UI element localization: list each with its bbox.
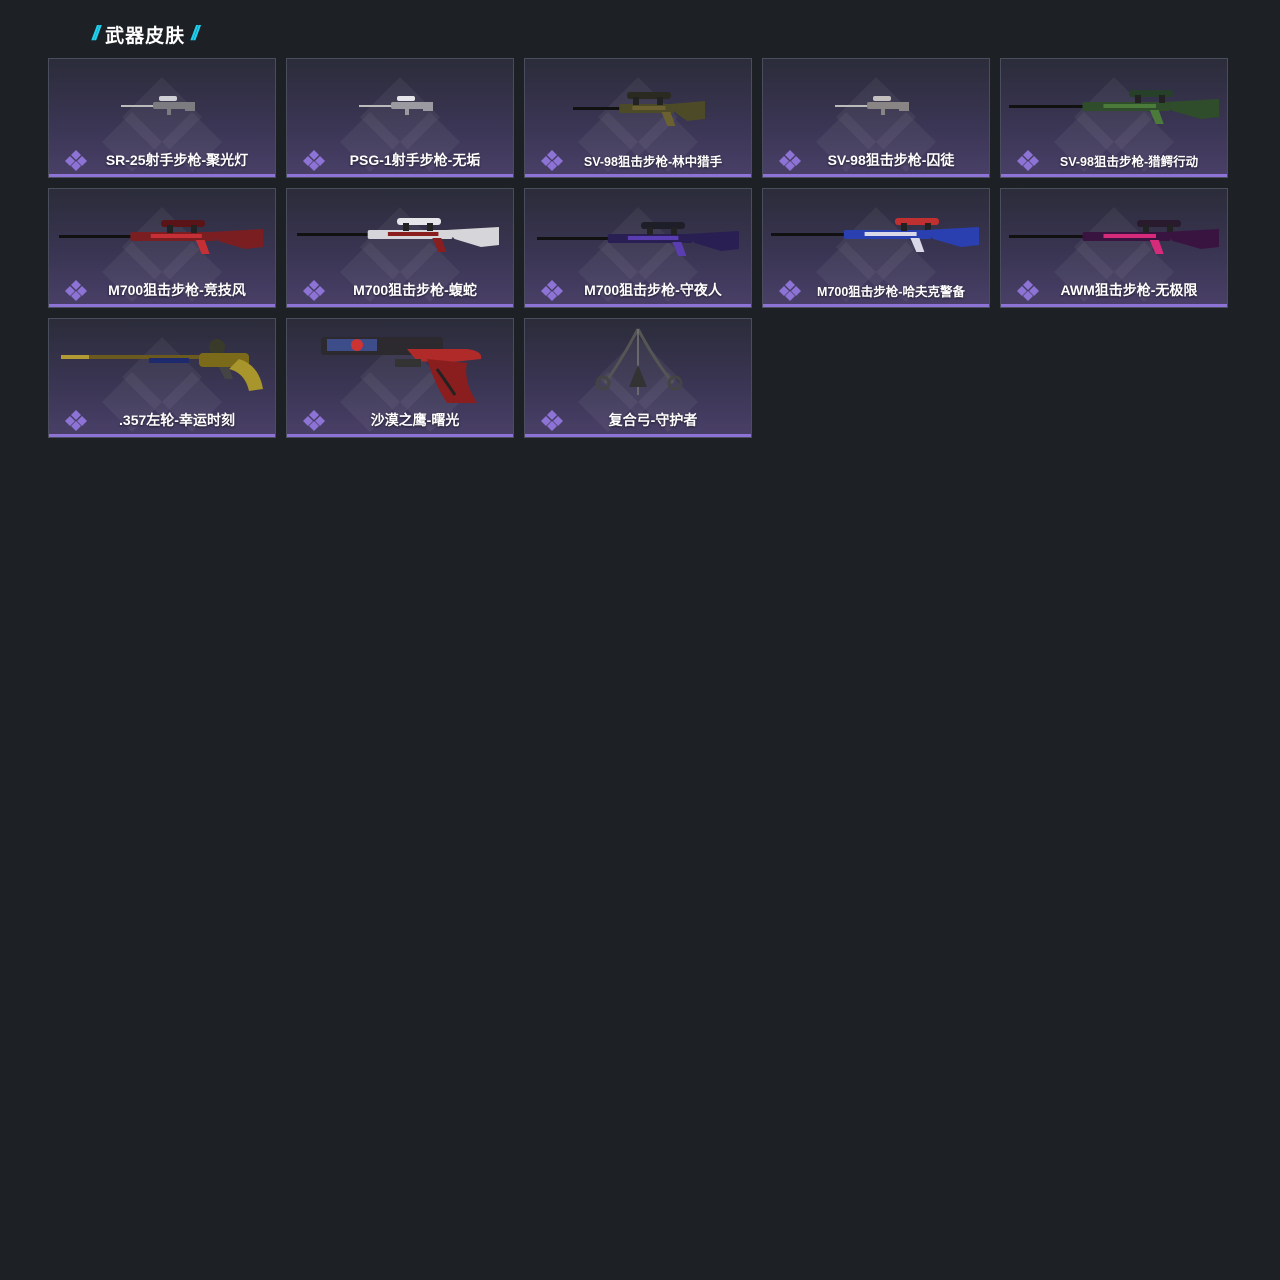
title-slash-icon: // [92,22,100,45]
rarity-bar [763,174,989,177]
weapon-image [49,65,275,145]
skin-grid: SR-25射手步枪-聚光灯 PSG-1射手步枪-无垢 SV-98狙击步枪-林中猎… [48,58,1228,438]
weapon-image [525,325,751,405]
skin-name: M700狙击步枪-守夜人 [584,282,722,298]
rarity-bar [763,304,989,307]
skin-card[interactable]: SR-25射手步枪-聚光灯 [48,58,276,178]
section-header: // 武器皮肤 // [90,22,200,47]
weapon-image [525,195,751,275]
rarity-bar [49,434,275,437]
rarity-bar [49,304,275,307]
skin-card[interactable]: 复合弓-守护者 [524,318,752,438]
skin-card[interactable]: .357左轮-幸运时刻 [48,318,276,438]
skin-name: SR-25射手步枪-聚光灯 [105,152,249,168]
rarity-bar [525,434,751,437]
skin-name: 复合弓-守护者 [608,412,698,428]
skin-card[interactable]: AWM狙击步枪-无极限 [1000,188,1228,308]
skin-name: PSG-1射手步枪-无垢 [349,152,481,168]
rarity-bar [287,304,513,307]
skin-card[interactable]: M700狙击步枪-守夜人 [524,188,752,308]
title-slash-icon: // [191,22,199,45]
rarity-bar [1001,304,1227,307]
skin-name: M700狙击步枪-竞技风 [108,282,246,298]
weapon-image [287,325,513,405]
weapon-image [763,195,989,275]
weapon-image [1001,65,1227,145]
rarity-bar [287,174,513,177]
weapon-image [287,65,513,145]
skin-name: SV-98狙击步枪-猎鳄行动 [1059,154,1199,169]
rarity-bar [1001,174,1227,177]
rarity-bar [287,434,513,437]
skin-name: SV-98狙击步枪-囚徒 [827,152,955,168]
skin-card[interactable]: SV-98狙击步枪-猎鳄行动 [1000,58,1228,178]
weapon-image [49,195,275,275]
weapon-image [49,325,275,405]
skin-card[interactable]: M700狙击步枪-哈夫克警备 [762,188,990,308]
skin-card[interactable]: SV-98狙击步枪-林中猎手 [524,58,752,178]
skin-name: AWM狙击步枪-无极限 [1060,282,1198,298]
weapon-image [287,195,513,275]
skin-name: 沙漠之鹰-曙光 [370,412,460,428]
skin-card[interactable]: PSG-1射手步枪-无垢 [286,58,514,178]
skin-name: M700狙击步枪-蝮蛇 [353,282,477,298]
skin-name: .357左轮-幸运时刻 [119,412,235,428]
rarity-bar [49,174,275,177]
weapon-image [525,65,751,145]
skin-card[interactable]: M700狙击步枪-竞技风 [48,188,276,308]
rarity-bar [525,304,751,307]
skin-card[interactable]: M700狙击步枪-蝮蛇 [286,188,514,308]
skin-card[interactable]: SV-98狙击步枪-囚徒 [762,58,990,178]
weapon-image [763,65,989,145]
section-title: 武器皮肤 [105,25,186,47]
skin-name: M700狙击步枪-哈夫克警备 [817,284,965,299]
skin-card[interactable]: 沙漠之鹰-曙光 [286,318,514,438]
skin-name: SV-98狙击步枪-林中猎手 [583,154,723,169]
rarity-bar [525,174,751,177]
weapon-image [1001,195,1227,275]
